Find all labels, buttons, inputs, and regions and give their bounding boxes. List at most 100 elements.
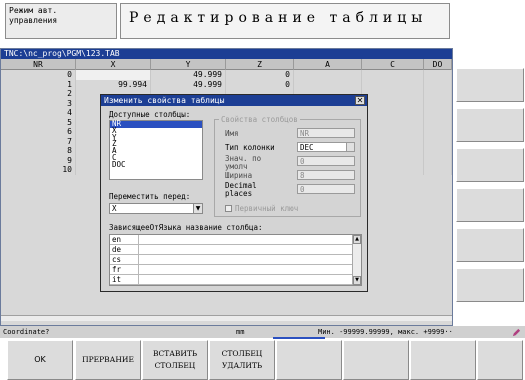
language-column-name-field[interactable] <box>139 245 352 255</box>
dialog-title: Изменить свойства таблицы <box>104 96 225 105</box>
cell-y[interactable]: 49.999 <box>151 70 226 80</box>
softkey-5[interactable] <box>276 340 342 380</box>
scroll-down-icon[interactable]: ▼ <box>353 276 361 285</box>
language-row[interactable]: cs <box>110 255 361 265</box>
decimal-places-label: Decimal places <box>225 181 257 198</box>
cell-c[interactable] <box>362 136 424 146</box>
cell-x[interactable]: 99.994 <box>76 79 151 89</box>
cell-nr[interactable]: 1 <box>1 79 76 89</box>
cell-doc[interactable] <box>424 79 452 89</box>
primary-key-checkbox <box>225 205 232 212</box>
insert-column-button[interactable]: ВСТАВИТЬ СТОЛБЕЦ <box>142 340 208 380</box>
language-column-name-field[interactable] <box>139 265 352 275</box>
column-header-doc[interactable]: DO <box>424 59 452 70</box>
cell-nr[interactable]: 5 <box>1 117 76 127</box>
cell-c[interactable] <box>362 127 424 137</box>
language-row[interactable]: fr <box>110 265 361 275</box>
cell-c[interactable] <box>362 98 424 108</box>
scroll-up-icon[interactable]: ▲ <box>353 235 361 244</box>
cell-z[interactable]: 0 <box>226 79 294 89</box>
language-column-name-field[interactable] <box>139 255 352 265</box>
cell-a[interactable] <box>294 70 362 80</box>
cell-nr[interactable]: 3 <box>1 98 76 108</box>
cell-nr[interactable]: 7 <box>1 136 76 146</box>
language-column-name-field[interactable] <box>139 235 352 245</box>
column-header-x[interactable]: X <box>76 59 151 70</box>
cell-nr[interactable]: 9 <box>1 155 76 165</box>
ok-button[interactable]: OK <box>7 340 73 380</box>
column-header-y[interactable]: Y <box>151 59 226 70</box>
cell-c[interactable] <box>362 146 424 156</box>
column-header-z[interactable]: Z <box>226 59 294 70</box>
cell-nr[interactable]: 4 <box>1 108 76 118</box>
cell-doc[interactable] <box>424 89 452 99</box>
column-type-select[interactable]: DEC <box>297 142 355 152</box>
cell-c[interactable] <box>362 117 424 127</box>
width-field: 8 <box>297 170 355 180</box>
close-button[interactable]: ✕ <box>355 96 365 105</box>
column-type-label: Тип колонки <box>225 143 275 152</box>
available-column-item[interactable]: DOC <box>110 161 202 169</box>
cell-c[interactable] <box>362 89 424 99</box>
language-code: fr <box>110 265 139 275</box>
column-header-a[interactable]: A <box>294 59 362 70</box>
language-row[interactable]: de <box>110 245 361 255</box>
column-header-c[interactable]: C <box>362 59 424 70</box>
available-columns-list[interactable]: NR X Y Z A C DOC <box>109 120 203 180</box>
move-before-select[interactable]: X ▼ <box>109 203 203 214</box>
side-softkey-2[interactable] <box>456 108 524 142</box>
cell-z[interactable]: 0 <box>226 70 294 80</box>
cell-doc[interactable] <box>424 136 452 146</box>
cell-c[interactable] <box>362 79 424 89</box>
language-row[interactable]: it <box>110 275 361 285</box>
cell-doc[interactable] <box>424 127 452 137</box>
available-column-item[interactable]: A <box>110 147 202 155</box>
cell-doc[interactable] <box>424 165 452 175</box>
language-row[interactable]: en <box>110 235 361 245</box>
cell-nr[interactable]: 8 <box>1 146 76 156</box>
cell-doc[interactable] <box>424 98 452 108</box>
chevron-down-icon[interactable] <box>346 143 354 151</box>
available-column-item[interactable]: Z <box>110 140 202 148</box>
cell-nr[interactable]: 6 <box>1 127 76 137</box>
cell-doc[interactable] <box>424 117 452 127</box>
softkey-8[interactable] <box>477 340 523 380</box>
table-row[interactable]: 0 49.999 0 <box>1 70 452 80</box>
language-column-name-field[interactable] <box>139 275 352 285</box>
chevron-down-icon[interactable]: ▼ <box>193 204 202 213</box>
cell-doc[interactable] <box>424 108 452 118</box>
cell-y[interactable]: 49.999 <box>151 79 226 89</box>
available-column-item[interactable]: X <box>110 127 202 135</box>
horizontal-scrollbar[interactable] <box>1 315 452 321</box>
side-softkey-4[interactable] <box>456 188 524 222</box>
cell-a[interactable] <box>294 79 362 89</box>
name-field: NR <box>297 128 355 138</box>
cell-c[interactable] <box>362 155 424 165</box>
cell-nr[interactable]: 0 <box>1 70 76 80</box>
available-column-item[interactable]: Y <box>110 133 202 142</box>
cell-doc[interactable] <box>424 155 452 165</box>
cell-c[interactable] <box>362 165 424 175</box>
cell-c[interactable] <box>362 70 424 80</box>
delete-column-label-line2: УДАЛИТЬ <box>221 361 263 370</box>
cell-nr[interactable]: 10 <box>1 165 76 175</box>
abort-button[interactable]: ПРЕРВАНИЕ <box>75 340 141 380</box>
cell-nr[interactable]: 2 <box>1 89 76 99</box>
delete-column-button[interactable]: СТОЛБЕЦ УДАЛИТЬ <box>209 340 275 380</box>
language-code: cs <box>110 255 139 265</box>
side-softkey-6[interactable] <box>456 268 524 302</box>
vertical-scrollbar[interactable]: ▲ ▼ <box>352 235 361 285</box>
column-header-nr[interactable]: NR <box>1 59 76 70</box>
available-column-item[interactable]: NR <box>110 120 202 128</box>
side-softkey-5[interactable] <box>456 228 524 262</box>
table-row[interactable]: 1 99.994 49.999 0 <box>1 79 452 89</box>
side-softkey-1[interactable] <box>456 68 524 102</box>
cell-x[interactable] <box>76 70 151 80</box>
primary-key-label: Первичный ключ <box>235 204 299 213</box>
cell-doc[interactable] <box>424 146 452 156</box>
side-softkey-3[interactable] <box>456 148 524 182</box>
cell-c[interactable] <box>362 108 424 118</box>
softkey-6[interactable] <box>343 340 409 380</box>
softkey-7[interactable] <box>410 340 476 380</box>
cell-doc[interactable] <box>424 70 452 80</box>
